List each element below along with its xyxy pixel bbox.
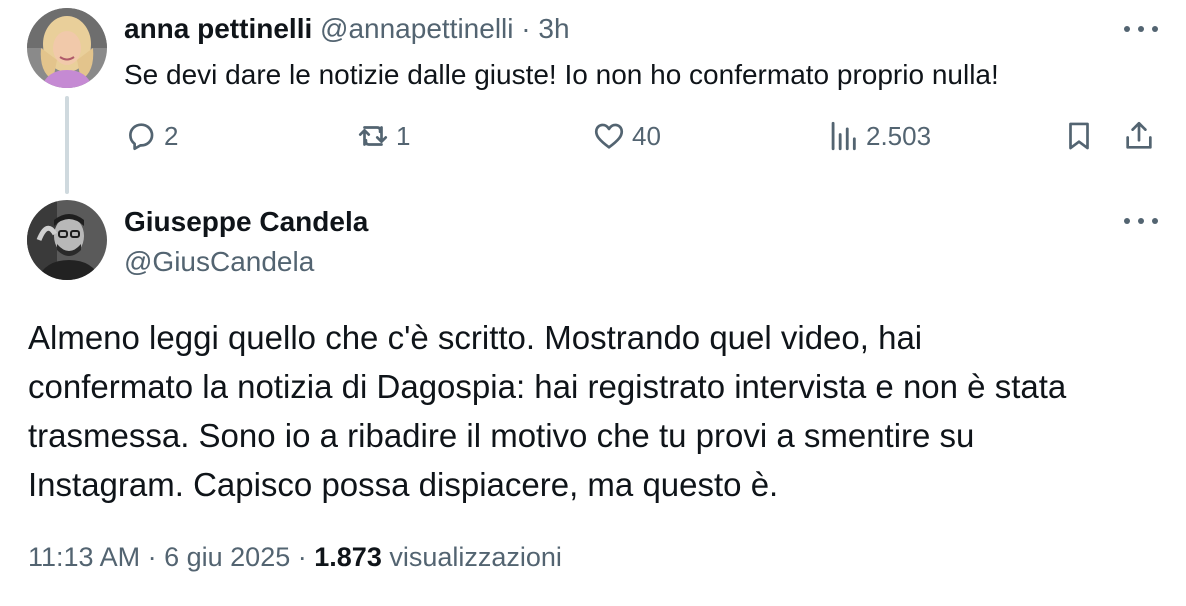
tweet-date[interactable]: 6 giu 2025 — [164, 542, 290, 572]
reply-icon — [129, 123, 154, 151]
separator-dot: · — [521, 13, 531, 44]
more-icon[interactable] — [1124, 22, 1158, 36]
main-author-handle[interactable]: @GiusCandela — [124, 245, 314, 279]
views-count: 2.503 — [866, 120, 932, 151]
share-button[interactable] — [1122, 113, 1156, 159]
like-count: 40 — [632, 120, 661, 151]
reply-action-bar: 2 1 40 2.503 — [0, 113, 1186, 159]
tweet-line: confermato la notizia di Dagospia: hai r… — [28, 368, 1067, 405]
tweet-line: Instagram. Capisco possa dispiacere, ma … — [28, 466, 779, 503]
share-icon — [1126, 121, 1152, 149]
avatar-giuseppe-candela[interactable] — [27, 200, 107, 280]
reply-author-name[interactable]: anna pettinelli — [124, 13, 312, 44]
bookmark-button[interactable] — [1062, 113, 1096, 159]
reply-button[interactable]: 2 — [124, 113, 178, 159]
reply-count: 2 — [164, 120, 179, 151]
tweet-line: trasmessa. Sono io a ribadire il motivo … — [28, 417, 975, 454]
reply-header: anna pettinelli @annapettinelli · 3h — [124, 12, 570, 46]
main-tweet-text: Almeno leggi quello che c'è scritto. Mos… — [28, 313, 1066, 509]
views-icon — [831, 121, 856, 151]
more-icon[interactable] — [1124, 214, 1158, 228]
main-author-name[interactable]: Giuseppe Candela — [124, 205, 368, 239]
like-button[interactable]: 40 — [592, 113, 661, 159]
tweet-time[interactable]: 11:13 AM — [28, 542, 140, 572]
tweet-metadata: 11:13 AM · 6 giu 2025 · 1.873 visualizza… — [28, 540, 562, 574]
retweet-button[interactable]: 1 — [356, 113, 410, 159]
avatar-anna-pettinelli[interactable] — [27, 8, 107, 88]
retweet-count: 1 — [396, 120, 411, 151]
views-label: visualizzazioni — [389, 542, 562, 572]
retweet-icon — [358, 126, 388, 146]
views-button[interactable]: 2.503 — [826, 113, 931, 159]
separator-dot: · — [147, 542, 157, 572]
tweet-line: Almeno leggi quello che c'è scritto. Mos… — [28, 319, 923, 356]
separator-dot: · — [297, 542, 307, 572]
reply-text: Se devi dare le notizie dalle giuste! Io… — [124, 59, 999, 90]
reply-author-handle[interactable]: @annapettinelli — [320, 13, 513, 44]
views-count: 1.873 — [314, 542, 382, 572]
bookmark-icon — [1069, 122, 1089, 150]
like-icon — [594, 123, 624, 149]
reply-timestamp[interactable]: 3h — [538, 13, 569, 44]
